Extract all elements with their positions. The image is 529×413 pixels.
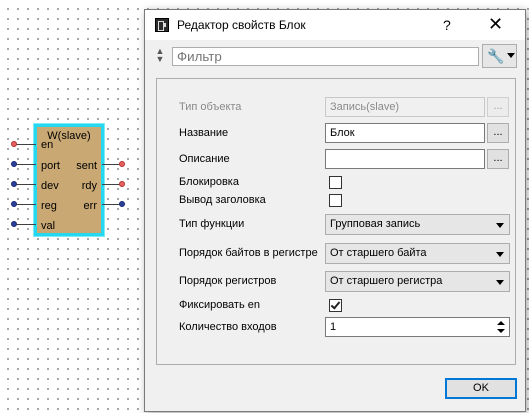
pin-connector[interactable] bbox=[11, 161, 17, 167]
function-type-value: Групповая запись bbox=[330, 218, 421, 230]
checkmark-icon bbox=[330, 299, 341, 310]
name-field[interactable]: Блок bbox=[325, 123, 485, 143]
fix-en-label: Фиксировать en bbox=[179, 299, 260, 311]
pin-reg[interactable] bbox=[11, 201, 36, 207]
property-grid: Тип объекта Запись(slave) ... Название Б… bbox=[156, 78, 516, 365]
chevron-down-icon bbox=[496, 280, 504, 285]
byte-order-select[interactable]: От старшего байта bbox=[325, 243, 510, 264]
output-port-sent: sent bbox=[76, 160, 97, 172]
object-type-browse-button: ... bbox=[487, 97, 509, 117]
input-port-dev: dev bbox=[41, 180, 59, 192]
output-port-rdy: rdy bbox=[81, 180, 97, 192]
pin-rdy[interactable] bbox=[102, 181, 125, 187]
object-type-label: Тип объекта bbox=[179, 101, 242, 113]
pin-err[interactable] bbox=[102, 201, 125, 207]
input-count-value: 1 bbox=[330, 321, 337, 333]
filter-input[interactable] bbox=[172, 47, 479, 66]
function-block[interactable]: W(slave) en port dev reg val sent rdy er… bbox=[34, 124, 104, 236]
help-button[interactable]: ? bbox=[443, 17, 451, 33]
chevron-down-icon bbox=[496, 252, 504, 257]
ok-button[interactable]: OK bbox=[445, 378, 517, 399]
pin-connector[interactable] bbox=[119, 181, 125, 187]
lock-label: Блокировка bbox=[179, 176, 239, 188]
byte-order-label: Порядок байтов в регистре bbox=[179, 247, 318, 259]
pin-connector[interactable] bbox=[11, 221, 17, 227]
register-order-select[interactable]: От старшего регистра bbox=[325, 271, 510, 292]
input-count-label: Количество входов bbox=[179, 321, 277, 333]
wrench-icon: 🔧 bbox=[487, 48, 505, 64]
chevron-down-icon bbox=[496, 223, 504, 228]
pin-connector[interactable] bbox=[11, 141, 17, 147]
name-label: Название bbox=[179, 127, 229, 139]
output-port-err: err bbox=[83, 200, 97, 212]
lock-checkbox[interactable] bbox=[329, 176, 342, 189]
function-type-select[interactable]: Групповая запись bbox=[325, 214, 510, 235]
pin-connector[interactable] bbox=[119, 201, 125, 207]
register-order-label: Порядок регистров bbox=[179, 275, 277, 287]
pin-val[interactable] bbox=[11, 221, 36, 227]
close-button[interactable]: ✕ bbox=[488, 14, 503, 35]
dialog-titlebar[interactable]: Редактор свойств Блок ? ✕ bbox=[145, 10, 525, 40]
input-port-port: port bbox=[41, 160, 60, 172]
pin-connector[interactable] bbox=[119, 161, 125, 167]
pin-connector[interactable] bbox=[11, 201, 17, 207]
spin-buttons[interactable] bbox=[495, 319, 508, 335]
dialog-title: Редактор свойств Блок bbox=[177, 18, 306, 32]
pin-port[interactable] bbox=[11, 161, 36, 167]
app-icon bbox=[155, 18, 169, 32]
name-browse-button[interactable]: ... bbox=[487, 123, 509, 143]
pin-en[interactable] bbox=[11, 141, 36, 147]
input-port-val: val bbox=[41, 220, 56, 232]
show-header-label: Вывод заголовка bbox=[179, 194, 266, 206]
sort-toggle-icon[interactable]: ▲ ▼ bbox=[154, 47, 166, 67]
input-count-spinbox[interactable]: 1 bbox=[325, 317, 510, 337]
input-port-reg: reg bbox=[41, 200, 57, 212]
function-type-label: Тип функции bbox=[179, 218, 245, 230]
description-browse-button[interactable]: ... bbox=[487, 149, 509, 169]
byte-order-value: От старшего байта bbox=[330, 247, 427, 259]
chevron-down-icon bbox=[507, 53, 515, 58]
pin-sent[interactable] bbox=[102, 161, 125, 167]
properties-dialog: Редактор свойств Блок ? ✕ ▲▼ 🔧 Тип объек… bbox=[144, 9, 526, 412]
show-header-checkbox[interactable] bbox=[329, 194, 342, 207]
description-field[interactable] bbox=[325, 149, 485, 169]
tools-menu-button[interactable]: 🔧 bbox=[482, 44, 517, 68]
spin-down-icon[interactable] bbox=[497, 329, 505, 333]
pin-dev[interactable] bbox=[11, 181, 36, 187]
object-type-field: Запись(slave) bbox=[325, 97, 485, 117]
description-label: Описание bbox=[179, 153, 230, 165]
pin-connector[interactable] bbox=[11, 181, 17, 187]
register-order-value: От старшего регистра bbox=[330, 275, 443, 287]
input-port-en: en bbox=[41, 139, 54, 151]
spin-up-icon[interactable] bbox=[497, 321, 505, 325]
fix-en-checkbox[interactable] bbox=[329, 299, 342, 312]
